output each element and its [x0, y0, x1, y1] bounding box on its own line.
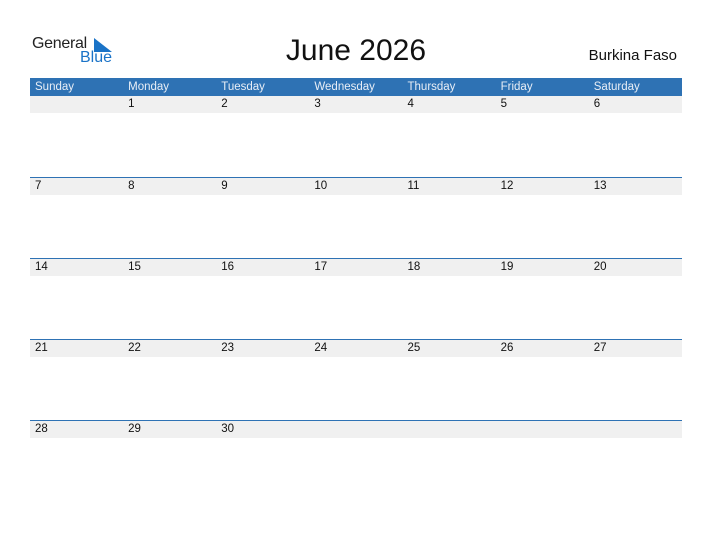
week-row-1: 1 2 3 4 5 6: [30, 96, 682, 113]
day-cell: 8: [128, 180, 135, 192]
day-cell: 17: [314, 261, 328, 273]
weekday-header: Sunday Monday Tuesday Wednesday Thursday…: [30, 78, 682, 96]
weekday-saturday: Saturday: [593, 81, 640, 93]
week-row-3: 14 15 16 17 18 19 20: [30, 258, 682, 276]
weekday-tuesday: Tuesday: [221, 81, 265, 93]
day-cell: 23: [221, 342, 235, 354]
day-cell: 28: [35, 423, 48, 435]
day-cell: 21: [35, 342, 48, 354]
day-cell: 10: [314, 180, 328, 192]
weekday-sunday: Sunday: [35, 81, 75, 93]
day-cell: 20: [593, 261, 607, 273]
day-cell: 5: [500, 98, 508, 110]
week-row-2: 7 8 9 10 11 12 13: [30, 177, 682, 195]
day-cell: 11: [407, 180, 420, 192]
week-row-4: 21 22 23 24 25 26 27: [30, 339, 682, 357]
weekday-friday: Friday: [500, 81, 533, 93]
day-cell: 6: [593, 98, 601, 110]
day-cell: 4: [407, 98, 414, 110]
day-cell: 14: [35, 261, 48, 273]
day-cell: [496, 421, 589, 438]
day-cell: 16: [221, 261, 235, 273]
day-cell: 9: [221, 180, 228, 192]
day-cell: 19: [500, 261, 514, 273]
week-row-5: 28 29 30: [30, 420, 682, 438]
day-cell: [30, 96, 123, 113]
day-cell: 15: [128, 261, 141, 273]
weekday-thursday: Thursday: [407, 81, 456, 93]
day-cell: 2: [221, 98, 228, 110]
weekday-monday: Monday: [128, 81, 170, 93]
day-cell: 24: [314, 342, 328, 354]
day-cell: 30: [221, 423, 235, 435]
day-cell: 29: [128, 423, 141, 435]
day-cell: 1: [128, 98, 135, 110]
day-cell: 18: [407, 261, 421, 273]
day-cell: 7: [35, 180, 42, 192]
day-cell: 26: [500, 342, 514, 354]
day-cell: 22: [128, 342, 141, 354]
day-cell: [403, 421, 496, 438]
weekday-wednesday: Wednesday: [314, 81, 375, 93]
day-cell: [589, 421, 682, 438]
day-cell: 25: [407, 342, 421, 354]
day-cell: 13: [593, 180, 607, 192]
day-cell: 27: [593, 342, 607, 354]
day-cell: 3: [314, 98, 321, 110]
day-cell: 12: [500, 180, 514, 192]
day-cell: [309, 421, 402, 438]
country-label: Burkina Faso: [588, 47, 677, 64]
